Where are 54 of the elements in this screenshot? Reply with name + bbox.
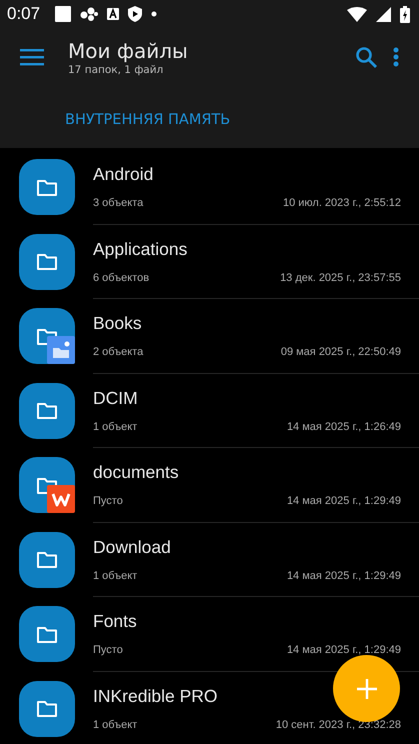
item-count: Пусто — [93, 644, 123, 656]
wifi-icon — [347, 6, 367, 22]
modified-date: 14 мая 2025 г., 1:26:49 — [286, 420, 401, 433]
breadcrumb-link[interactable]: ВНУТРЕННЯЯ ПАМЯТЬ — [65, 112, 230, 128]
more-icon — [393, 47, 399, 67]
search-icon — [355, 46, 377, 68]
folder-icon — [36, 699, 58, 718]
folder-name: Applications — [93, 238, 188, 260]
clock-time: 0:07 — [7, 4, 40, 24]
app-title: Мои файлы — [68, 38, 189, 62]
battery-icon — [400, 6, 410, 22]
gallery-icon — [47, 336, 75, 364]
plus-icon — [356, 678, 376, 698]
item-count: 1 объект — [93, 718, 138, 731]
folder-icon — [36, 624, 58, 644]
folder-name: Fonts — [93, 611, 137, 632]
folder-name: DCIM — [93, 388, 138, 409]
folder-icon — [36, 178, 58, 197]
folder-row[interactable]: Download 1 объект 14 мая 2025 г., 1:29:49 — [0, 522, 419, 597]
folder-icon — [36, 252, 58, 272]
square-icon — [55, 6, 72, 22]
menu-icon — [20, 48, 44, 66]
folder-name: Download — [93, 536, 171, 558]
folder-row[interactable]: Applications 6 объектов 13 дек. 2025 г., 23:57:55 — [0, 224, 419, 299]
modified-date: 09 мая 2025 г., 22:50:49 — [280, 346, 401, 358]
app-icon — [107, 8, 120, 20]
folder-name: INKredible PRO — [93, 686, 218, 707]
item-count: Пусто — [93, 495, 123, 508]
folder-row[interactable]: Android 3 объекта 10 июл. 2023 г., 2:55:12 — [0, 150, 419, 224]
item-count: 1 объект — [93, 420, 138, 433]
modified-date: 13 дек. 2025 г., 23:57:55 — [280, 272, 401, 284]
dot-icon — [151, 11, 158, 17]
modified-date: 14 мая 2025 г., 1:29:49 — [286, 495, 401, 508]
folder-name: Android — [93, 164, 154, 186]
folder-name: documents — [93, 462, 179, 484]
folder-row[interactable]: DCIM 1 объект 14 мая 2025 г., 1:26:49 — [0, 374, 419, 448]
modified-date: 14 мая 2025 г., 1:29:49 — [286, 570, 401, 582]
office-icon — [47, 485, 75, 514]
item-count: 1 объект — [93, 570, 138, 582]
modified-date: 14 мая 2025 г., 1:29:49 — [286, 644, 401, 656]
shield-icon — [128, 6, 142, 22]
modified-date: 10 июл. 2023 г., 2:55:12 — [282, 197, 401, 210]
item-count: 3 объекта — [93, 197, 144, 210]
cluster-icon — [80, 7, 98, 21]
folder-icon — [36, 550, 58, 570]
folder-icon — [36, 476, 58, 495]
folder-row[interactable]: documents Пусто 14 мая 2025 г., 1:29:49 — [0, 448, 419, 522]
folder-row[interactable]: Books 2 объекта 09 мая 2025 г., 22:50:49 — [0, 299, 419, 374]
item-count: 2 объекта — [93, 346, 144, 358]
folder-icon — [36, 401, 58, 420]
folder-count: 17 папок, 1 файл — [68, 64, 164, 76]
item-count: 6 объектов — [93, 272, 150, 284]
folder-name: Books — [93, 313, 142, 334]
signal-icon — [376, 6, 391, 22]
